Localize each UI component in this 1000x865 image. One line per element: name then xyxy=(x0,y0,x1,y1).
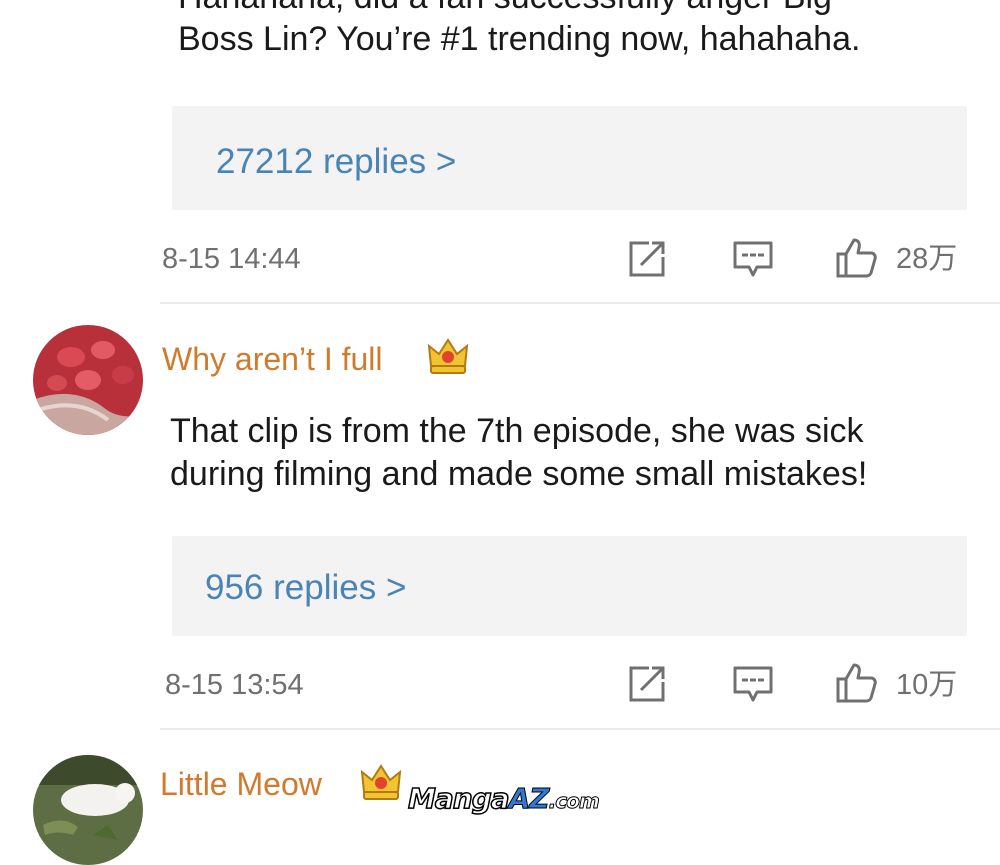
watermark-brand: Manga xyxy=(407,781,510,816)
crown-badge-icon xyxy=(360,762,402,802)
comment-icon xyxy=(733,666,773,702)
watermark-suffix: .com xyxy=(548,789,600,814)
like-count: 28万 xyxy=(896,243,958,275)
comment-date: 8-15 xyxy=(162,243,221,275)
avatar-image xyxy=(33,325,143,435)
avatar-image xyxy=(33,755,143,865)
avatar[interactable] xyxy=(33,755,143,865)
watermark: MangaAZ.com xyxy=(407,781,600,816)
share-icon xyxy=(629,241,665,277)
comment-date: 8-15 xyxy=(165,669,224,701)
view-replies-link[interactable]: 27212 replies > xyxy=(216,142,456,182)
comment-time: 13:54 xyxy=(231,669,304,701)
crown-badge-icon xyxy=(427,336,469,376)
share-button[interactable] xyxy=(625,237,669,281)
comment-text-line: That clip is from the 7th episode, she w… xyxy=(170,412,864,450)
comment-timestamp: 8-15 13:54 xyxy=(165,668,304,702)
share-button[interactable] xyxy=(625,662,669,706)
watermark-accent: AZ xyxy=(508,782,550,816)
thumbs-up-icon xyxy=(836,238,877,278)
like-count: 10万 xyxy=(896,669,958,701)
replies-box: 27212 replies > xyxy=(172,106,967,210)
share-icon xyxy=(629,666,665,702)
comment-button[interactable] xyxy=(731,237,775,281)
comment-button[interactable] xyxy=(731,662,775,706)
thumbs-up-icon xyxy=(836,663,877,703)
comment-text-line: Boss Lin? You’re #1 trending now, hahaha… xyxy=(178,20,861,58)
replies-box: 956 replies > xyxy=(172,536,967,636)
divider xyxy=(160,728,1000,730)
comment-text-line: Hahahaha, did a fan successfully anger B… xyxy=(178,0,978,18)
like-button[interactable] xyxy=(834,236,878,280)
username[interactable]: Little Meow xyxy=(160,765,322,803)
avatar[interactable] xyxy=(33,325,143,435)
like-button[interactable] xyxy=(834,661,878,705)
comment-timestamp: 8-15 14:44 xyxy=(162,242,301,276)
comment-time: 14:44 xyxy=(228,243,301,275)
view-replies-link[interactable]: 956 replies > xyxy=(205,568,406,608)
comment-icon xyxy=(733,241,773,277)
divider xyxy=(160,302,1000,304)
comment-text-line: during filming and made some small mista… xyxy=(170,455,868,493)
username[interactable]: Why aren’t I full xyxy=(162,340,383,378)
